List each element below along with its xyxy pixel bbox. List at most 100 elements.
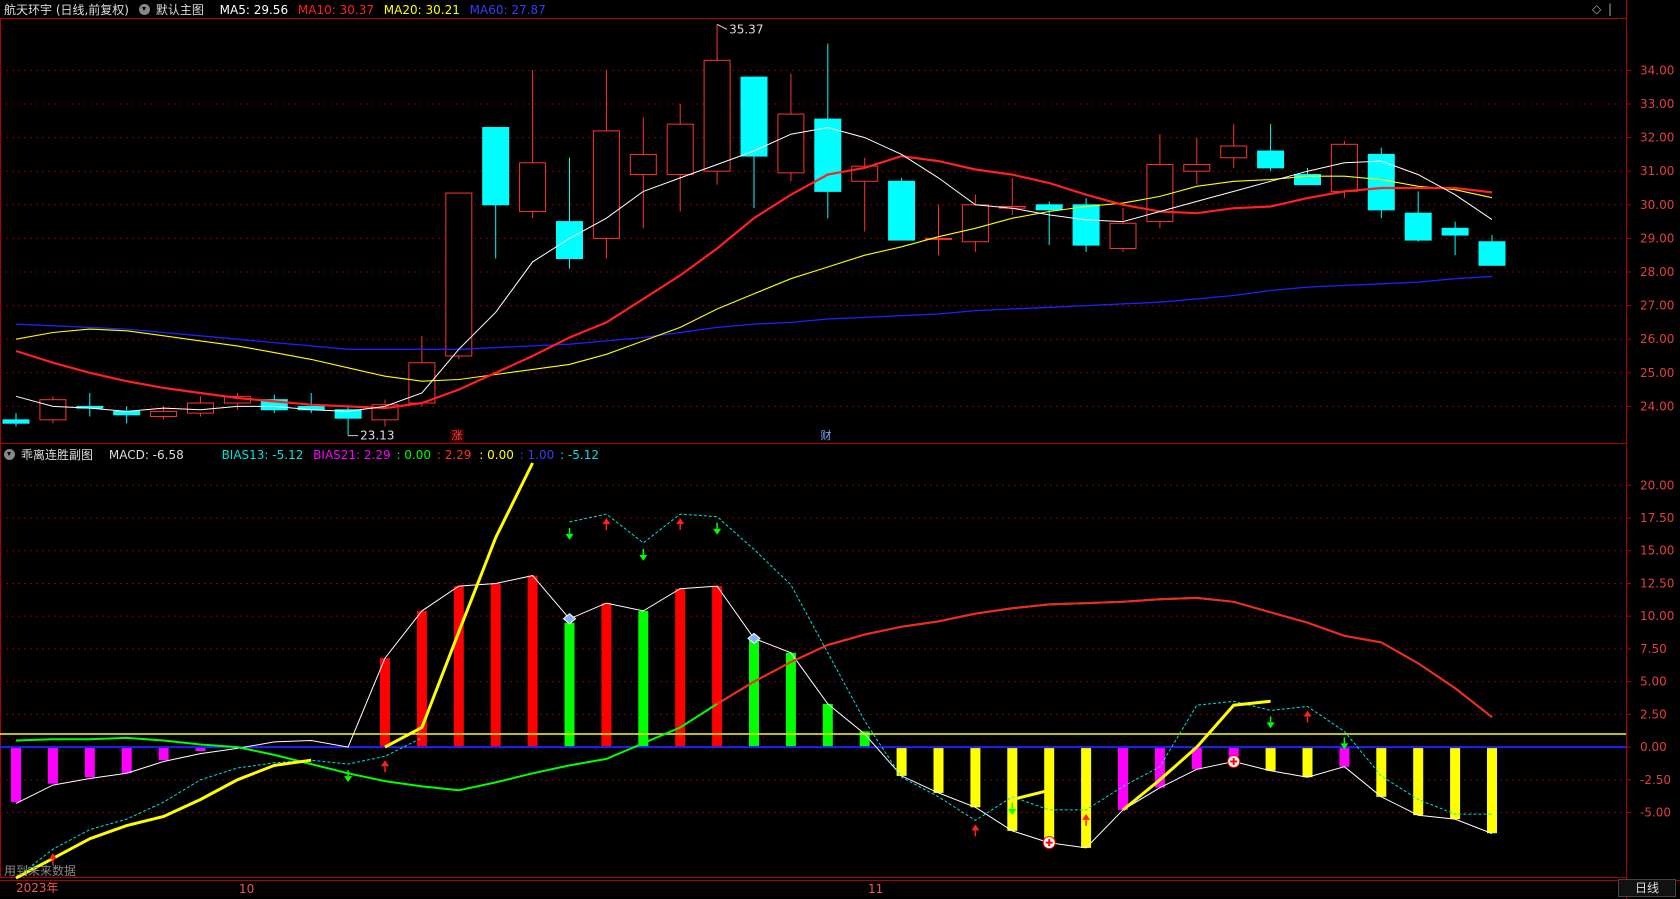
y-tick-label: 33.00 xyxy=(1640,97,1674,111)
candle-body xyxy=(1367,153,1395,211)
candle xyxy=(740,76,768,209)
candle-body xyxy=(39,399,67,421)
candle-body xyxy=(1109,222,1137,249)
settings-diamond-icon[interactable]: ◇ xyxy=(1592,2,1601,16)
y-tick-label: 24.00 xyxy=(1640,399,1674,413)
candle-body xyxy=(1035,204,1063,211)
macd-bar xyxy=(11,747,21,803)
candle xyxy=(113,406,141,424)
macd-bar xyxy=(1081,747,1092,848)
macd-bar xyxy=(158,747,169,761)
candle xyxy=(1109,208,1137,252)
macd-bar xyxy=(601,603,612,748)
template-select[interactable]: 默认主图 xyxy=(138,3,210,17)
stock-title[interactable]: 航天环宇 (日线,前复权) xyxy=(4,3,129,17)
macd-bar xyxy=(84,747,95,778)
candle-body xyxy=(740,76,768,157)
macd-bar xyxy=(1044,747,1055,843)
macd-bar xyxy=(564,622,575,748)
low-label: 23.13 xyxy=(360,429,394,443)
y-tick-label: 31.00 xyxy=(1640,164,1674,178)
macd-bar xyxy=(121,747,132,774)
y-tick-label: 32.00 xyxy=(1640,131,1674,145)
macd-bar xyxy=(749,638,759,748)
candle-body xyxy=(1146,163,1174,223)
up-arrow-icon xyxy=(971,824,980,831)
candle xyxy=(592,70,620,259)
bias21-value: BIAS21: 2.29 xyxy=(313,448,391,462)
y-tick-label: 15.00 xyxy=(1640,544,1674,558)
down-arrow-icon xyxy=(713,528,722,535)
candle-body xyxy=(629,153,657,176)
y-tick-label: 29.00 xyxy=(1640,231,1674,245)
high-label: 35.37 xyxy=(729,22,763,36)
sub-header: 乖离连胜副图 MACD: -6.58 BIAS13: -5.12 BIAS21:… xyxy=(4,446,605,462)
candle xyxy=(925,204,952,256)
candle xyxy=(482,127,510,259)
candle-body xyxy=(1257,150,1285,169)
candle-body xyxy=(187,402,214,414)
period-button[interactable]: 日线 xyxy=(1618,879,1676,897)
candle xyxy=(998,177,1026,215)
macd-bar xyxy=(47,747,58,784)
y-tick-label: 10.00 xyxy=(1640,609,1674,623)
y-tick-label: 12.50 xyxy=(1640,576,1674,590)
macd-bar xyxy=(970,747,981,808)
y-tick-label: 30.00 xyxy=(1640,198,1674,212)
candle xyxy=(814,43,842,219)
candle-body xyxy=(777,113,805,174)
macd-bar xyxy=(675,588,686,748)
collapse-icon[interactable]: | xyxy=(1608,2,1612,16)
candle-body xyxy=(666,123,694,176)
macd-bar xyxy=(453,586,464,748)
candle-body xyxy=(1220,145,1248,159)
candle-body xyxy=(482,127,510,206)
y-tick-label: 34.00 xyxy=(1640,63,1674,77)
y-tick-label: 7.50 xyxy=(1640,642,1667,656)
event-cai-marker[interactable]: 财 xyxy=(819,429,833,443)
down-arrow-icon xyxy=(1266,722,1275,729)
candle-body xyxy=(888,180,916,241)
candle xyxy=(76,392,104,417)
yellow-value: : 0.00 xyxy=(479,448,514,462)
dropdown-icon xyxy=(138,4,150,15)
green-value: : 0.00 xyxy=(396,448,432,462)
x-label-oct: 10 xyxy=(239,882,255,896)
ma60-value: MA60: 27.87 xyxy=(469,3,546,17)
up-arrow-icon xyxy=(381,760,389,767)
up-arrow-icon xyxy=(676,518,685,525)
candle xyxy=(1404,191,1432,242)
down-arrow-icon xyxy=(639,554,648,561)
y-tick-label: 26.00 xyxy=(1640,332,1674,346)
candle xyxy=(777,73,805,182)
y-tick-label: -2.50 xyxy=(1640,773,1671,787)
y-tick-label: 17.50 xyxy=(1640,511,1674,525)
candle-body xyxy=(1404,212,1432,241)
candle xyxy=(445,192,473,360)
macd-bar xyxy=(638,610,649,748)
candle-body xyxy=(1330,143,1358,192)
candle xyxy=(39,396,67,424)
candle-body xyxy=(961,204,989,243)
ma60-line xyxy=(15,275,1493,350)
candle xyxy=(371,399,399,427)
red-value: : 2.29 xyxy=(436,448,472,462)
x-label-year: 2023年 xyxy=(16,881,59,895)
main-header: 航天环宇 (日线,前复权) 默认主图 MA5: 29.56 MA10: 30.3… xyxy=(4,1,552,17)
candle-body xyxy=(113,410,141,416)
candle xyxy=(888,177,916,241)
candle xyxy=(519,70,547,219)
ma5-value: MA5: 29.56 xyxy=(219,3,289,17)
macd-bar xyxy=(1450,747,1461,820)
blue-value: : 1.00 xyxy=(519,448,555,462)
candle-body xyxy=(445,192,473,357)
event-zhang-marker[interactable]: 涨 xyxy=(450,429,464,443)
macd-bar xyxy=(490,583,501,748)
candle xyxy=(260,394,288,414)
candle xyxy=(666,104,694,212)
macd-bar xyxy=(1007,747,1018,831)
annotation-pointer xyxy=(716,23,728,30)
indicator-select[interactable]: 乖离连胜副图 xyxy=(4,448,99,462)
macd-bar xyxy=(933,747,944,793)
y-tick-label: 2.50 xyxy=(1640,707,1667,721)
